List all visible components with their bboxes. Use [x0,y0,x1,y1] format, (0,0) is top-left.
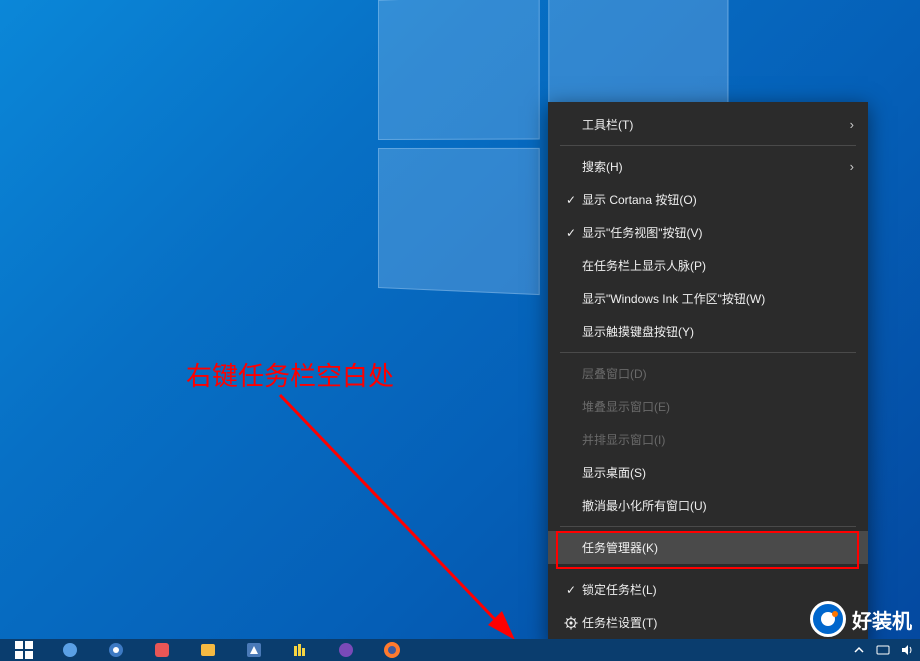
menu-separator [560,568,856,569]
logo-pane [378,148,540,295]
menu-item-label: 显示桌面(S) [582,464,854,481]
tray-input-icon[interactable] [876,643,890,657]
menu-item: 并排显示窗口(I) [548,423,868,456]
app-icon-3[interactable] [152,641,172,659]
menu-item-label: 堆叠显示窗口(E) [582,398,854,415]
menu-item[interactable]: 显示"Windows Ink 工作区"按钮(W) [548,282,868,315]
menu-item-label: 层叠窗口(D) [582,365,854,382]
menu-item-label: 显示"任务视图"按钮(V) [582,224,854,241]
tray-chevron-icon[interactable] [852,643,866,657]
menu-item-label: 并排显示窗口(I) [582,431,854,448]
taskbar-context-menu: 工具栏(T)›搜索(H)›✓显示 Cortana 按钮(O)✓显示"任务视图"按… [548,102,868,645]
taskbar-icon-group [14,641,402,659]
app-icon-8[interactable] [382,641,402,659]
menu-item-label: 锁定任务栏(L) [582,581,854,598]
menu-item-label: 工具栏(T) [582,116,840,133]
annotation-label: 右键任务栏空白处 [186,356,394,393]
check-icon: ✓ [560,193,582,207]
menu-item[interactable]: 任务管理器(K) [548,531,868,564]
menu-item[interactable]: 在任务栏上显示人脉(P) [548,249,868,282]
menu-item: 层叠窗口(D) [548,357,868,390]
menu-separator [560,145,856,146]
app-icon-2[interactable] [106,641,126,659]
watermark-icon [810,601,846,637]
menu-separator [560,526,856,527]
chevron-right-icon: › [840,159,854,174]
check-icon: ✓ [560,583,582,597]
start-button[interactable] [14,641,34,659]
menu-item[interactable]: 撤消最小化所有窗口(U) [548,489,868,522]
menu-item: 堆叠显示窗口(E) [548,390,868,423]
app-icon-1[interactable] [60,641,80,659]
check-icon: ✓ [560,226,582,240]
system-tray [852,639,914,661]
menu-item[interactable]: ✓显示 Cortana 按钮(O) [548,183,868,216]
annotation-arrow [270,385,530,650]
menu-item-label: 显示"Windows Ink 工作区"按钮(W) [582,290,854,307]
app-icon-5[interactable] [244,641,264,659]
menu-item-label: 任务管理器(K) [582,539,854,556]
gear-icon [560,616,582,630]
tray-volume-icon[interactable] [900,643,914,657]
app-icon-4[interactable] [198,641,218,659]
watermark-text: 好装机 [852,605,912,634]
menu-item[interactable]: 显示桌面(S) [548,456,868,489]
menu-item-label: 撤消最小化所有窗口(U) [582,497,854,514]
menu-item[interactable]: ✓显示"任务视图"按钮(V) [548,216,868,249]
menu-item-label: 显示触摸键盘按钮(Y) [582,323,854,340]
menu-item[interactable]: 搜索(H)› [548,150,868,183]
logo-pane [378,0,540,140]
menu-item[interactable]: 显示触摸键盘按钮(Y) [548,315,868,348]
menu-separator [560,352,856,353]
menu-item-label: 搜索(H) [582,158,840,175]
watermark: 好装机 [810,601,912,637]
chevron-right-icon: › [840,117,854,132]
menu-item[interactable]: 工具栏(T)› [548,108,868,141]
app-icon-6[interactable] [290,641,310,659]
menu-item-label: 显示 Cortana 按钮(O) [582,191,854,208]
taskbar[interactable] [0,639,920,661]
menu-item-label: 在任务栏上显示人脉(P) [582,257,854,274]
app-icon-7[interactable] [336,641,356,659]
